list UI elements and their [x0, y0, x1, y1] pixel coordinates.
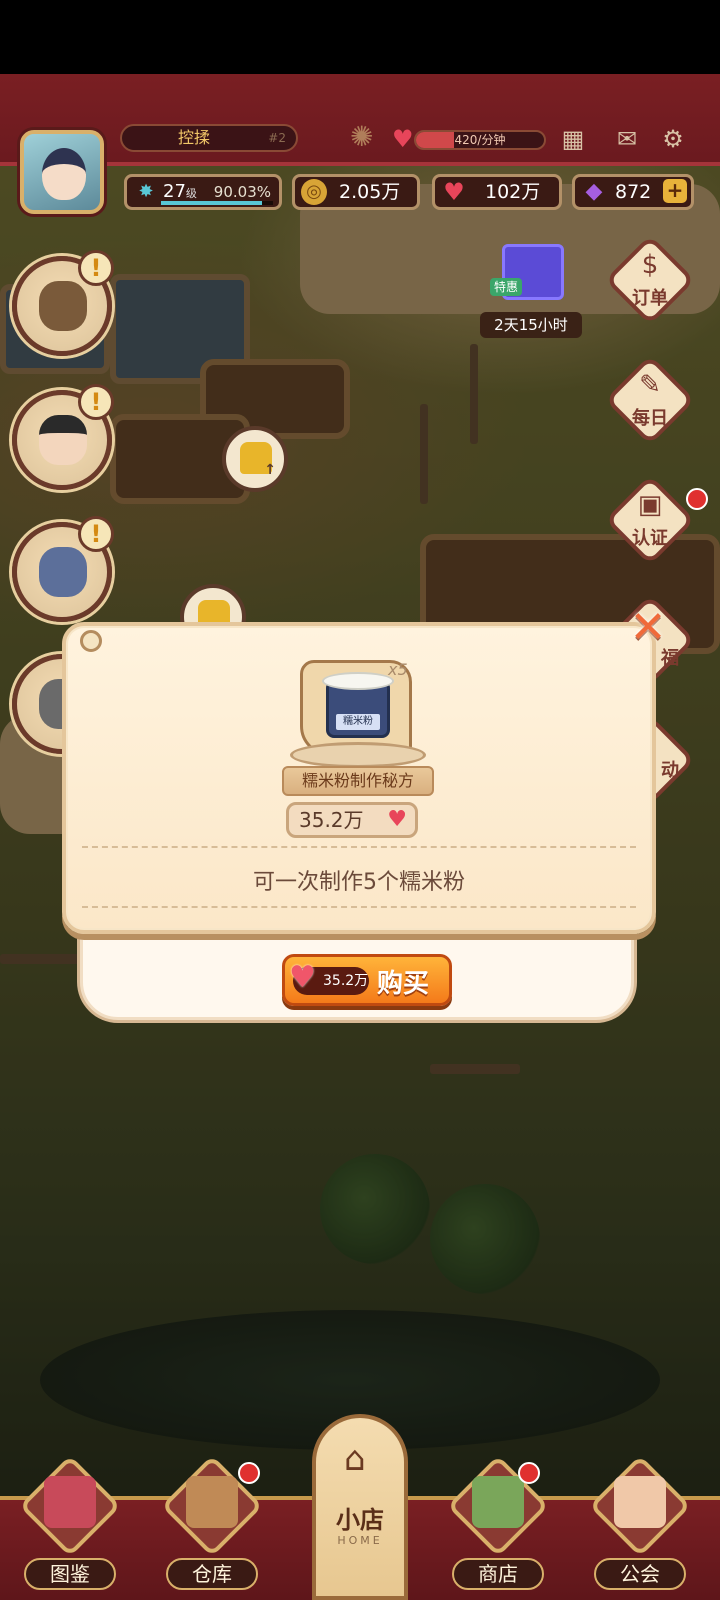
daily-label: 每日 — [632, 408, 668, 429]
gem-icon: ◆ — [585, 179, 603, 204]
quantity-multiplier: x5 — [388, 660, 408, 679]
notification-dot — [238, 1462, 260, 1484]
item-pedestal — [290, 742, 426, 768]
heart-amount: 102万 — [485, 181, 541, 203]
level-pill[interactable]: ✸ 27级 90.03% — [124, 174, 282, 210]
buy-label: 购买 — [377, 969, 430, 999]
nav-item-home[interactable]: ⌂ 小店 HOME — [312, 1414, 408, 1600]
notification-dot — [686, 488, 708, 510]
level-number: 27 — [163, 181, 186, 202]
order-button[interactable]: $ 订单 — [604, 234, 696, 326]
button-frame — [604, 354, 696, 446]
avatar-face — [42, 148, 86, 200]
notification-dot — [518, 1462, 540, 1484]
heart-icon: ♥ — [387, 807, 407, 832]
player-name: 控揉 — [178, 128, 211, 147]
seed-bag-icon — [39, 281, 87, 331]
sun-icon: ✺ — [350, 120, 374, 153]
player-rank: #2 — [268, 131, 286, 145]
close-icon[interactable]: ✕ — [626, 606, 670, 650]
recipe-price-tag: 35.2万 ♥ — [286, 802, 418, 838]
coin-icon: ◎ — [301, 179, 327, 205]
couple-icon — [614, 1476, 666, 1528]
heart-rate-bar: 420/分钟 — [414, 130, 546, 150]
crate-icon — [186, 1476, 238, 1528]
xp-fill — [161, 201, 262, 205]
recipe-description: 可一次制作5个糯米粉 — [253, 870, 465, 895]
level-unit: 级 — [185, 187, 197, 200]
storefront-icon — [472, 1476, 524, 1528]
nav-label: 商店 — [452, 1558, 544, 1590]
heart-icon: ♥ — [392, 125, 414, 153]
player-name-bar[interactable]: 控揉 #2 — [120, 124, 298, 152]
nav-label: 小店 — [336, 1506, 384, 1534]
heart-icon: ♥ — [289, 960, 316, 995]
button-frame — [604, 474, 696, 566]
heart-pill[interactable]: ♥ 102万 — [432, 174, 562, 210]
nav-item-guild[interactable]: 公会 — [580, 1450, 700, 1600]
heart-rate-text: 420/分钟 — [454, 133, 506, 147]
divider — [82, 906, 636, 908]
nav-sublabel: HOME — [337, 1534, 383, 1547]
alert-icon: ! — [78, 250, 114, 286]
daily-button[interactable]: ✎ 每日 — [604, 354, 696, 446]
special-offer-gift[interactable]: 特惠 — [488, 232, 578, 312]
alert-icon: ! — [78, 516, 114, 552]
divider — [82, 846, 636, 848]
recipe-title: 糯米粉制作秘方 — [282, 766, 434, 796]
coin-amount: 2.05万 — [339, 181, 401, 203]
verify-label: 认证 — [632, 528, 668, 549]
heart-currency-icon: ♥ — [443, 178, 465, 206]
npc-face-icon — [39, 415, 87, 465]
house-icon: ⌂ — [344, 1439, 366, 1479]
verify-button[interactable]: ▣ 认证 — [604, 474, 696, 566]
status-bar — [0, 0, 720, 74]
player-avatar[interactable] — [20, 130, 104, 214]
settings-gear-icon[interactable]: ⚙ — [656, 124, 690, 154]
mail-icon[interactable]: ✉ — [610, 124, 644, 154]
gem-pill[interactable]: ◆ 872 + — [572, 174, 694, 210]
upgrade-arrow-icon: ↑ — [264, 462, 276, 478]
tin-label: 糯米粉 — [336, 714, 380, 730]
offer-timer: 2天15小时 — [480, 312, 582, 338]
star-level-icon: ✸ — [138, 181, 154, 202]
pin-icon — [80, 630, 102, 652]
order-icon: $ — [641, 250, 659, 280]
nav-item-encyclopedia[interactable]: 图鉴 — [10, 1450, 130, 1600]
xp-bar — [161, 201, 273, 205]
offer-tag: 特惠 — [490, 278, 523, 296]
nav-label: 公会 — [594, 1558, 686, 1590]
calendar-icon[interactable]: ▦ — [556, 124, 590, 154]
daily-task-icon: ✎ — [639, 370, 661, 400]
add-gems-button[interactable]: + — [663, 179, 687, 203]
machine-icon — [39, 547, 87, 597]
book-icon — [44, 1476, 96, 1528]
tin-lid — [322, 672, 394, 690]
upgrade-bubble[interactable]: ↑ — [222, 426, 288, 492]
nav-label: 图鉴 — [24, 1558, 116, 1590]
nav-item-shop[interactable]: 商店 — [438, 1450, 558, 1600]
alert-icon: ! — [78, 384, 114, 420]
button-frame — [604, 234, 696, 326]
recipe-price: 35.2万 — [299, 808, 364, 832]
buy-button[interactable]: 35.2万 ♥ 购买 — [282, 954, 452, 1006]
order-label: 订单 — [632, 288, 668, 309]
id-card-icon: ▣ — [637, 490, 663, 520]
coin-pill[interactable]: ◎ 2.05万 — [292, 174, 420, 210]
gem-amount: 872 — [615, 181, 652, 203]
nav-label: 仓库 — [166, 1558, 258, 1590]
